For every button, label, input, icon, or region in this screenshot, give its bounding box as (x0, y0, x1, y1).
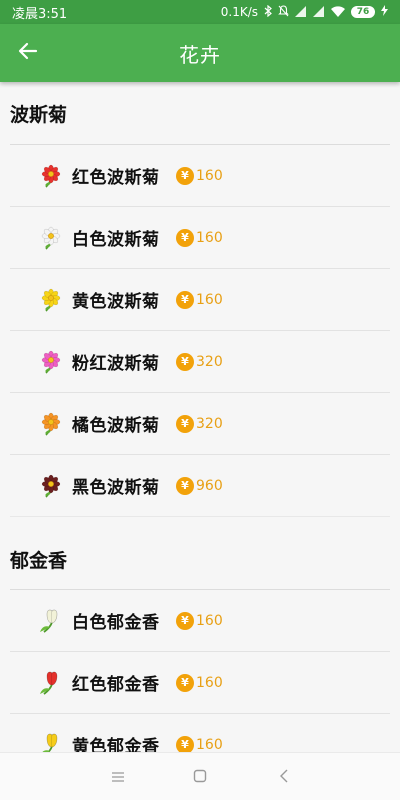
list-item[interactable]: 橘色波斯菊 ¥320 (10, 393, 390, 455)
price-value: 320 (196, 353, 223, 370)
item-list: 红色波斯菊 ¥160 白色波斯菊 ¥160 黄色波斯菊 ¥160 粉红波斯菊 ¥… (10, 144, 390, 517)
price-value: 160 (196, 167, 223, 184)
item-name: 白色波斯菊 (72, 230, 160, 250)
list-item[interactable]: 粉红波斯菊 ¥320 (10, 331, 390, 393)
app-bar: 花卉 (0, 24, 400, 82)
cosmos-flower-icon (38, 349, 64, 375)
cosmos-flower-icon (38, 163, 64, 189)
status-bar: 凌晨3:51 0.1K/s 76 (0, 0, 400, 24)
section-title: 波斯菊 (10, 103, 68, 126)
status-icons: 0.1K/s 76 (220, 4, 388, 19)
tulip-flower-icon (38, 608, 64, 634)
price-value: 960 (196, 477, 223, 494)
charging-icon (381, 5, 388, 19)
cosmos-flower-icon (38, 411, 64, 437)
signal-icon-2 (313, 5, 325, 19)
price: ¥160 (176, 228, 223, 247)
price-value: 160 (196, 674, 223, 691)
list-item[interactable]: 红色波斯菊 ¥160 (10, 145, 390, 207)
price: ¥160 (176, 611, 223, 630)
cosmos-flower-icon (38, 473, 64, 499)
price-value: 160 (196, 612, 223, 629)
mute-bell-icon (278, 5, 289, 19)
coin-icon: ¥ (176, 476, 194, 495)
coin-icon: ¥ (176, 735, 194, 752)
list-item[interactable]: 白色郁金香 ¥160 (10, 590, 390, 652)
item-name: 黄色波斯菊 (72, 292, 160, 312)
item-name: 红色波斯菊 (72, 168, 160, 188)
list-item[interactable]: 红色郁金香 ¥160 (10, 652, 390, 714)
item-name: 橘色波斯菊 (72, 416, 160, 436)
battery-icon: 76 (351, 6, 375, 18)
list-item[interactable]: 黄色郁金香 ¥160 (10, 714, 390, 752)
network-speed: 0.1K/s (220, 5, 258, 19)
coin-icon: ¥ (176, 166, 194, 185)
price: ¥160 (176, 673, 223, 692)
item-name: 白色郁金香 (72, 613, 160, 633)
coin-icon: ¥ (176, 352, 194, 371)
price: ¥960 (176, 476, 223, 495)
coin-icon: ¥ (176, 290, 194, 309)
battery-level: 76 (356, 7, 370, 17)
nav-home-button[interactable] (188, 765, 212, 789)
nav-back-button[interactable] (272, 765, 296, 789)
coin-icon: ¥ (176, 414, 194, 433)
price: ¥160 (176, 166, 223, 185)
item-name: 黑色波斯菊 (72, 478, 160, 498)
flower-list[interactable]: 波斯菊 红色波斯菊 ¥160 白色波斯菊 ¥160 黄色波斯菊 ¥160 粉红波… (0, 82, 400, 752)
item-name: 红色郁金香 (72, 675, 160, 695)
coin-icon: ¥ (176, 673, 194, 692)
menu-icon (111, 768, 125, 787)
price-value: 160 (196, 229, 223, 246)
price: ¥320 (176, 352, 223, 371)
nav-menu-button[interactable] (106, 765, 130, 789)
price-value: 160 (196, 291, 223, 308)
price: ¥160 (176, 735, 223, 753)
list-item[interactable]: 黄色波斯菊 ¥160 (10, 269, 390, 331)
list-item[interactable]: 黑色波斯菊 ¥960 (10, 455, 390, 517)
section-tulip: 郁金香 白色郁金香 ¥160 红色郁金香 ¥160 黄色郁金香 ¥160 (0, 529, 400, 752)
item-list: 白色郁金香 ¥160 红色郁金香 ¥160 黄色郁金香 ¥160 (10, 589, 390, 752)
price: ¥320 (176, 414, 223, 433)
chevron-left-icon (279, 768, 289, 787)
item-name: 粉红波斯菊 (72, 354, 160, 374)
bluetooth-icon (264, 4, 272, 19)
item-name: 黄色郁金香 (72, 737, 160, 752)
coin-icon: ¥ (176, 228, 194, 247)
cosmos-flower-icon (38, 225, 64, 251)
cosmos-flower-icon (38, 287, 64, 313)
wifi-icon (331, 5, 345, 19)
section-title: 郁金香 (10, 549, 68, 572)
tulip-flower-icon (38, 732, 64, 752)
page-title: 花卉 (179, 42, 221, 67)
section-cosmos: 波斯菊 红色波斯菊 ¥160 白色波斯菊 ¥160 黄色波斯菊 ¥160 粉红波… (0, 82, 400, 517)
tulip-flower-icon (38, 670, 64, 696)
price-value: 320 (196, 415, 223, 432)
status-time: 凌晨3:51 (12, 6, 68, 22)
coin-icon: ¥ (176, 611, 194, 630)
home-square-icon (193, 768, 207, 787)
price-value: 160 (196, 736, 223, 753)
price: ¥160 (176, 290, 223, 309)
back-button[interactable] (6, 31, 50, 75)
signal-icon-1 (295, 5, 307, 19)
list-item[interactable]: 白色波斯菊 ¥160 (10, 207, 390, 269)
system-nav-bar (0, 752, 400, 800)
arrow-left-icon (18, 41, 38, 65)
